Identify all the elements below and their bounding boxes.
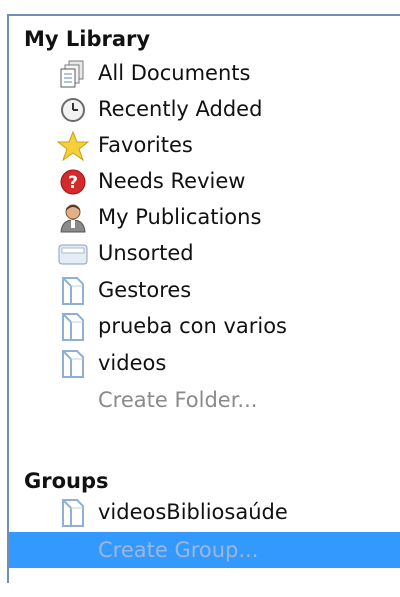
person-icon [56,203,90,233]
sidebar-item-all-documents[interactable]: All Documents [9,55,400,91]
sidebar-item-label: Favorites [98,133,193,157]
sidebar-item-label: All Documents [98,61,251,85]
library-panel: My Library All Documents Recently Added [7,14,400,583]
sidebar-item-my-publications[interactable]: My Publications [9,199,400,235]
sidebar-item-folder-videos[interactable]: videos [9,345,400,381]
folder-icon [56,498,90,528]
sidebar-item-folder-prueba[interactable]: prueba con varios [9,308,400,344]
clock-icon [56,95,90,125]
sidebar-item-favorites[interactable]: Favorites [9,127,400,163]
svg-text:?: ? [68,173,78,193]
question-icon: ? [56,167,90,197]
sidebar-item-label: Recently Added [98,97,263,121]
create-group-label: Create Group... [98,538,259,562]
create-folder-button[interactable]: Create Folder... [9,382,400,418]
all-documents-icon [56,59,90,89]
folder-icon [56,349,90,379]
sidebar-item-label: videos [98,351,167,375]
sidebar-item-recently-added[interactable]: Recently Added [9,91,400,127]
create-group-button[interactable]: Create Group... [9,532,400,568]
sidebar-item-unsorted[interactable]: Unsorted [9,235,400,271]
sidebar-item-label: My Publications [98,205,262,229]
groups-header: Groups [24,469,109,493]
sidebar-item-label: Needs Review [98,169,246,193]
sidebar-item-folder-gestores[interactable]: Gestores [9,272,400,308]
sidebar-item-label: Gestores [98,278,192,302]
sidebar-item-label: Unsorted [98,241,194,265]
my-library-header: My Library [24,27,151,51]
star-icon [56,131,90,161]
envelope-icon [56,239,90,269]
sidebar-item-label: prueba con varios [98,314,287,338]
sidebar-item-label: videosBibliosaúde [98,500,288,524]
sidebar-item-group-videosbibliosaude[interactable]: videosBibliosaúde [9,494,400,530]
sidebar-item-needs-review[interactable]: ? Needs Review [9,163,400,199]
folder-icon [56,276,90,306]
folder-icon [56,312,90,342]
create-folder-label: Create Folder... [98,388,258,412]
